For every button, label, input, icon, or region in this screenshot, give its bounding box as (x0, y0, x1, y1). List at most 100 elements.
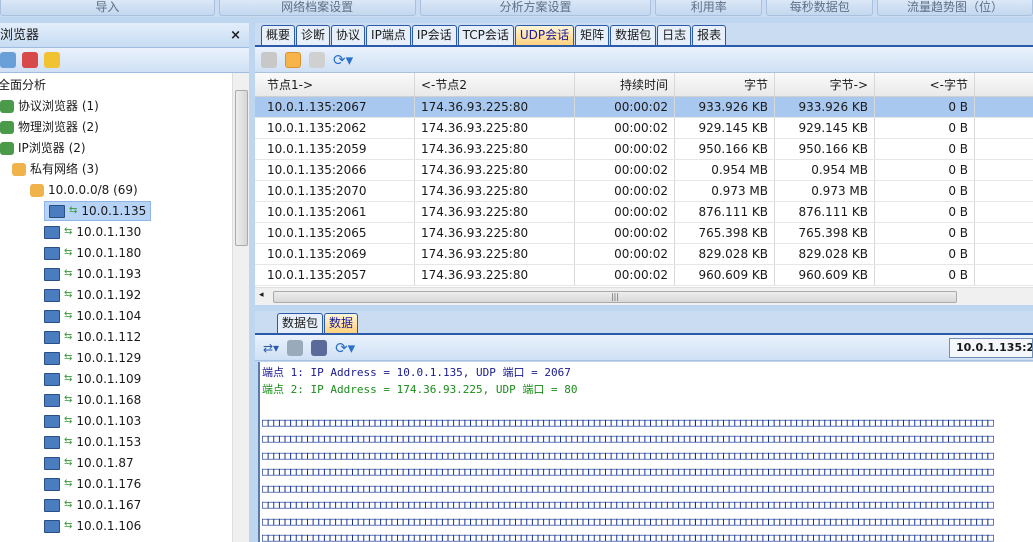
host-item[interactable]: ⇆ 10.0.1.130 (44, 222, 141, 242)
ribbon-button[interactable]: 导入 (0, 0, 215, 16)
column-header[interactable]: <-节点2 (415, 73, 575, 96)
table-cell: 174.36.93.225:80 (415, 97, 575, 117)
host-item[interactable]: ⇆ 10.0.1.168 (44, 390, 141, 410)
traffic-arrows-icon: ⇆ (64, 478, 73, 489)
host-label: 10.0.1.129 (76, 351, 142, 365)
table-cell: 876.111 KB (775, 202, 875, 222)
payload-view[interactable]: 端点 1: IP Address = 10.0.1.135, UDP 端口 = … (258, 362, 1033, 542)
tree-item-label: 私有网络 (3) (30, 162, 99, 176)
traffic-arrows-icon: ⇆ (64, 373, 73, 384)
close-icon[interactable]: × (230, 23, 241, 48)
host-item[interactable]: ⇆ 10.0.1.192 (44, 285, 141, 305)
tree-item[interactable]: IP浏览器 (2) (0, 138, 86, 158)
horizontal-scrollbar[interactable]: ◂ ||| (255, 287, 1033, 305)
detail-tab-0[interactable]: 数据包 (277, 313, 324, 333)
column-header[interactable]: 字节-> (775, 73, 875, 96)
host-item[interactable]: ⇆ 10.0.1.103 (44, 411, 141, 431)
tree-item[interactable]: 10.0.0.0/8 (69) (30, 180, 138, 200)
table-cell: 950.166 KB (775, 139, 875, 159)
tab-9[interactable]: 日志 (657, 25, 692, 45)
scroll-thumb[interactable]: ||| (273, 291, 957, 303)
payload-line: □□□□□□□□□□□□□□□□□□□□□□□□□□□□□□□□□□□□□□□□… (262, 448, 994, 462)
refresh-icon[interactable]: ⟳▾ (333, 51, 353, 69)
table-cell: 00:00:02 (575, 265, 675, 285)
table-cell: 0.954 MB (675, 160, 775, 180)
table-row[interactable]: 10.0.1.135:2070 174.36.93.225:80 00:00:02 0… (255, 181, 1033, 202)
direction-icon[interactable]: ⇄▾ (263, 341, 279, 355)
tab-5[interactable]: TCP会话 (457, 25, 514, 45)
scroll-thumb[interactable] (235, 90, 248, 246)
table-row[interactable]: 10.0.1.135:2065 174.36.93.225:80 00:00:02 7… (255, 223, 1033, 244)
filter-icon[interactable] (309, 51, 325, 68)
host-item[interactable]: ⇆ 10.0.1.112 (44, 327, 141, 347)
view-options-icon[interactable] (287, 339, 304, 356)
refresh-icon[interactable]: ⟳▾ (335, 339, 355, 357)
table-cell: 174.36.93.225:80 (415, 244, 575, 264)
host-item[interactable]: ⇆ 10.0.1.176 (44, 474, 141, 494)
column-header[interactable]: 持续时间 (575, 73, 675, 96)
host-item[interactable]: ⇆ 10.0.1.193 (44, 264, 141, 284)
add-filter-icon[interactable] (0, 52, 16, 68)
table-row[interactable]: 10.0.1.135:2067 174.36.93.225:80 00:00:02 9… (255, 97, 1033, 118)
column-header[interactable]: <-字节 (875, 73, 975, 96)
tab-4[interactable]: IP会话 (411, 25, 457, 45)
ribbon-button[interactable]: 网络档案设置 (218, 0, 416, 16)
add-alert-icon[interactable] (44, 52, 60, 68)
folder-icon (0, 120, 14, 134)
tab-0[interactable]: 概要 (261, 25, 296, 45)
traffic-arrows-icon: ⇆ (64, 331, 73, 342)
tree-item[interactable]: 物理浏览器 (2) (0, 117, 99, 137)
tree-item[interactable]: 全面分析 (0, 75, 46, 95)
host-item[interactable]: ⇆ 10.0.1.167 (44, 495, 141, 515)
detail-tab-1[interactable]: 数据 (324, 313, 359, 333)
tab-1[interactable]: 诊断 (296, 25, 331, 45)
add-chart-icon[interactable] (22, 52, 38, 68)
browser-toolbar (0, 48, 249, 73)
host-item[interactable]: ⇆ 10.0.1.129 (44, 348, 141, 368)
column-header[interactable]: 字节 (675, 73, 775, 96)
tree-scrollbar[interactable] (232, 73, 249, 542)
tree-item[interactable]: 私有网络 (3) (12, 159, 99, 179)
host-item[interactable]: ⇆ 10.0.1.87 (44, 453, 134, 473)
tree-item[interactable]: 协议浏览器 (1) (0, 96, 99, 116)
find-icon[interactable] (285, 51, 301, 68)
export-icon[interactable] (311, 339, 328, 356)
tab-7[interactable]: 矩阵 (575, 25, 610, 45)
grid-toolbar: ⟳▾ (255, 47, 1033, 73)
tab-8[interactable]: 数据包 (610, 25, 657, 45)
host-label: 10.0.1.176 (76, 477, 142, 491)
host-item[interactable]: ⇆ 10.0.1.180 (44, 243, 141, 263)
table-row[interactable]: 10.0.1.135:2059 174.36.93.225:80 00:00:02 9… (255, 139, 1033, 160)
tab-6[interactable]: UDP会话 (514, 25, 575, 45)
ribbon-button[interactable]: 流量趋势图（位） (877, 0, 1033, 16)
host-item[interactable]: ⇆ 10.0.1.135 (44, 201, 152, 221)
tab-2[interactable]: 协议 (331, 25, 366, 45)
tab-3[interactable]: IP端点 (366, 25, 411, 45)
traffic-arrows-icon: ⇆ (64, 520, 73, 531)
address-field[interactable]: 10.0.1.135:2067 (949, 338, 1033, 358)
host-item[interactable]: ⇆ 10.0.1.153 (44, 432, 141, 452)
computer-icon (44, 225, 60, 239)
table-cell: 174.36.93.225:80 (415, 181, 575, 201)
tree-item-label: 物理浏览器 (2) (18, 120, 99, 134)
computer-icon (44, 498, 60, 512)
host-item[interactable]: ⇆ 10.0.1.106 (44, 516, 141, 536)
table-row[interactable]: 10.0.1.135:2066 174.36.93.225:80 00:00:02 0… (255, 160, 1033, 181)
table-row[interactable]: 10.0.1.135:2069 174.36.93.225:80 00:00:02 8… (255, 244, 1033, 265)
ribbon-button[interactable]: 每秒数据包 (766, 0, 874, 16)
table-row[interactable]: 10.0.1.135:2057 174.36.93.225:80 00:00:02 9… (255, 265, 1033, 286)
table-row[interactable]: 10.0.1.135:2062 174.36.93.225:80 00:00:02 9… (255, 118, 1033, 139)
ribbon-button[interactable]: 利用率 (655, 0, 763, 16)
host-item[interactable]: ⇆ 10.0.1.104 (44, 306, 141, 326)
table-cell: 950.166 KB (675, 139, 775, 159)
host-item[interactable]: ⇆ 10.0.1.109 (44, 369, 141, 389)
table-cell: 174.36.93.225:80 (415, 265, 575, 285)
host-label: 10.0.1.112 (76, 330, 142, 344)
traffic-arrows-icon: ⇆ (64, 310, 73, 321)
table-row[interactable]: 10.0.1.135:2061 174.36.93.225:80 00:00:02 8… (255, 202, 1033, 223)
table-cell: 10.0.1.135:2062 (255, 118, 415, 138)
save-icon[interactable] (261, 51, 277, 68)
tab-10[interactable]: 报表 (692, 25, 727, 45)
ribbon-button[interactable]: 分析方案设置 (419, 0, 652, 16)
column-header[interactable]: 节点1-> (255, 73, 415, 96)
